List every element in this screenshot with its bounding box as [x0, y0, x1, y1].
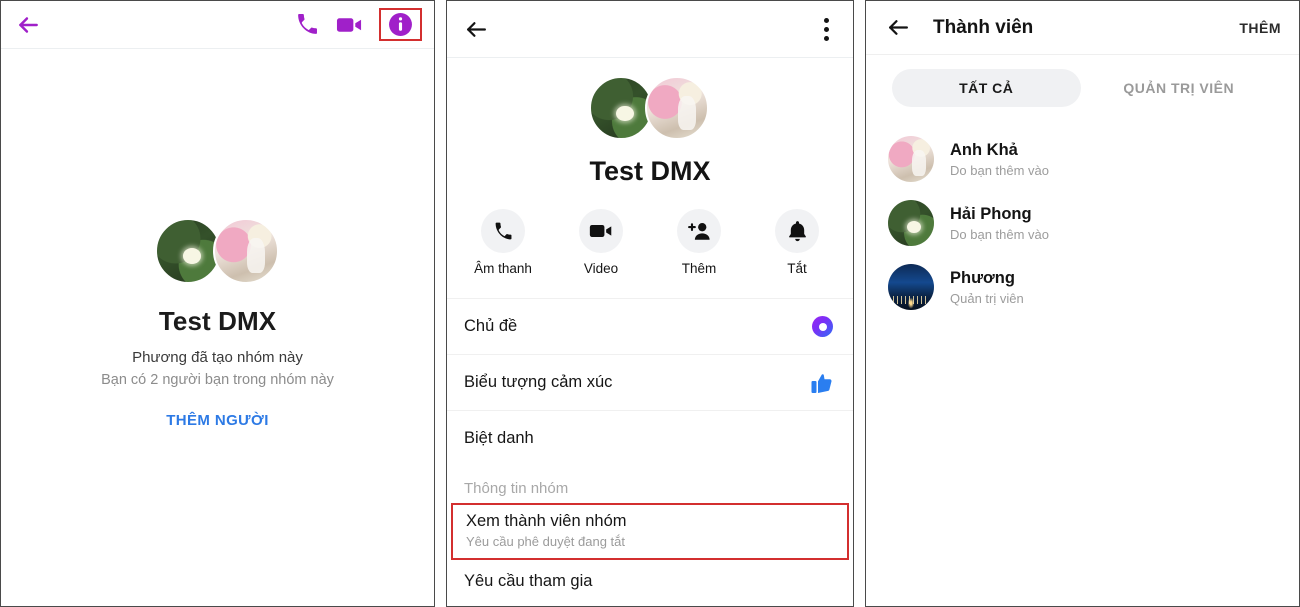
girl-photo-avatar [888, 136, 934, 182]
member-role: Quản trị viên [950, 290, 1024, 306]
action-label: Tắt [787, 261, 807, 276]
dot [824, 26, 829, 32]
panel-gap-1 [435, 0, 446, 607]
screenshot-root: Test DMX Phương đã tạo nhóm này Bạn có 2… [0, 0, 1300, 607]
action-add-member[interactable]: Thêm [667, 209, 731, 276]
row-reaction[interactable]: Biểu tượng cảm xúc [447, 354, 853, 410]
back-icon[interactable] [464, 17, 489, 42]
row-label: Biểu tượng cảm xúc [464, 373, 613, 391]
section-header-group-info: Thông tin nhóm [464, 480, 569, 497]
add-person-icon [677, 209, 721, 253]
member-name: Phương [950, 268, 1015, 287]
row-nickname[interactable]: Biệt danh [447, 410, 853, 466]
panel1-action-icons [295, 8, 426, 41]
video-camera-icon [579, 209, 623, 253]
list-item[interactable]: Anh Khả Do bạn thêm vào [866, 127, 1299, 191]
info-icon-highlight[interactable] [379, 8, 422, 41]
panel-members-list: Thành viên THÊM TẤT CẢ QUẢN TRỊ VIÊN Anh… [865, 0, 1300, 607]
girl-photo-avatar [212, 217, 279, 284]
member-name: Anh Khả [950, 140, 1018, 159]
group-title: Test DMX [158, 305, 277, 336]
panel2-group-hero: Test DMX [447, 58, 853, 209]
view-group-members-title: Xem thành viên nhóm [466, 512, 627, 530]
panel-group-details: Test DMX Âm thanh Video Thêm Tắt Chủ đề … [446, 0, 854, 607]
list-item[interactable]: Hải Phong Do bạn thêm vào [866, 191, 1299, 255]
view-group-members-highlight[interactable]: Xem thành viên nhóm Yêu cầu phê duyệt đa… [451, 503, 849, 560]
panel2-toolbar [447, 1, 853, 58]
action-video-call[interactable]: Video [569, 209, 633, 276]
back-icon[interactable] [886, 15, 911, 40]
panel2-settings-rows: Chủ đề Biểu tượng cảm xúc Biệt danh [447, 298, 853, 466]
action-label: Thêm [681, 261, 717, 276]
panel1-toolbar [1, 1, 434, 49]
video-camera-icon[interactable] [336, 14, 363, 36]
member-text: Phương Quản trị viên [950, 269, 1024, 306]
member-role: Do bạn thêm vào [950, 226, 1050, 242]
phone-icon [481, 209, 525, 253]
row-label: Biệt danh [464, 429, 534, 447]
night-city-avatar [888, 264, 934, 310]
row-label: Chủ đề [464, 317, 518, 335]
group-created-text: Phương đã tạo nhóm này [132, 348, 303, 366]
action-mute[interactable]: Tắt [765, 209, 829, 276]
thumbs-up-icon[interactable] [811, 372, 833, 394]
member-name: Hải Phong [950, 204, 1032, 223]
girl-photo-avatar [645, 76, 709, 140]
page-title: Thành viên [933, 16, 1034, 38]
bell-icon [775, 209, 819, 253]
members-tabs: TẤT CẢ QUẢN TRỊ VIÊN [866, 55, 1299, 117]
panel2-quick-actions: Âm thanh Video Thêm Tắt [447, 209, 853, 276]
action-label: Video [583, 261, 619, 276]
view-group-members-subtitle: Yêu cầu phê duyệt đang tắt [466, 534, 626, 549]
row-theme[interactable]: Chủ đề [447, 298, 853, 354]
tab-admins[interactable]: QUẢN TRỊ VIÊN [1085, 69, 1274, 107]
dot [824, 17, 829, 23]
panel3-toolbar: Thành viên THÊM [866, 1, 1299, 55]
info-circle-icon[interactable] [388, 12, 413, 37]
tab-all[interactable]: TẤT CẢ [892, 69, 1081, 107]
ring-center [818, 322, 827, 331]
add-member-button[interactable]: THÊM [1239, 20, 1281, 36]
list-item[interactable]: Phương Quản trị viên [866, 255, 1299, 319]
more-vertical-icon[interactable] [820, 14, 833, 45]
panel-gap-2 [854, 0, 865, 607]
add-people-link[interactable]: THÊM NGƯỜI [166, 412, 269, 429]
dot [824, 35, 829, 41]
panel-chat-header: Test DMX Phương đã tạo nhóm này Bạn có 2… [0, 0, 435, 607]
phone-icon[interactable] [295, 12, 320, 37]
back-icon[interactable] [15, 12, 55, 38]
action-audio-call[interactable]: Âm thanh [471, 209, 535, 276]
row-join-request-cutoff[interactable]: Yêu cầu tham gia [447, 560, 853, 591]
lotus-flower-avatar [589, 76, 653, 140]
theme-ring-icon[interactable] [812, 316, 833, 337]
members-list: Anh Khả Do bạn thêm vào Hải Phong Do bạn… [866, 117, 1299, 319]
lotus-flower-avatar [154, 217, 221, 284]
action-label: Âm thanh [474, 261, 532, 276]
panel1-group-summary: Test DMX Phương đã tạo nhóm này Bạn có 2… [1, 49, 434, 606]
member-role: Do bạn thêm vào [950, 162, 1050, 178]
group-avatars [589, 76, 711, 140]
group-title: Test DMX [589, 156, 711, 186]
group-avatars [154, 217, 281, 284]
lotus-flower-avatar [888, 200, 934, 246]
group-friends-count-text: Bạn có 2 người bạn trong nhóm này [101, 371, 334, 388]
member-text: Anh Khả Do bạn thêm vào [950, 141, 1049, 178]
member-text: Hải Phong Do bạn thêm vào [950, 205, 1049, 242]
